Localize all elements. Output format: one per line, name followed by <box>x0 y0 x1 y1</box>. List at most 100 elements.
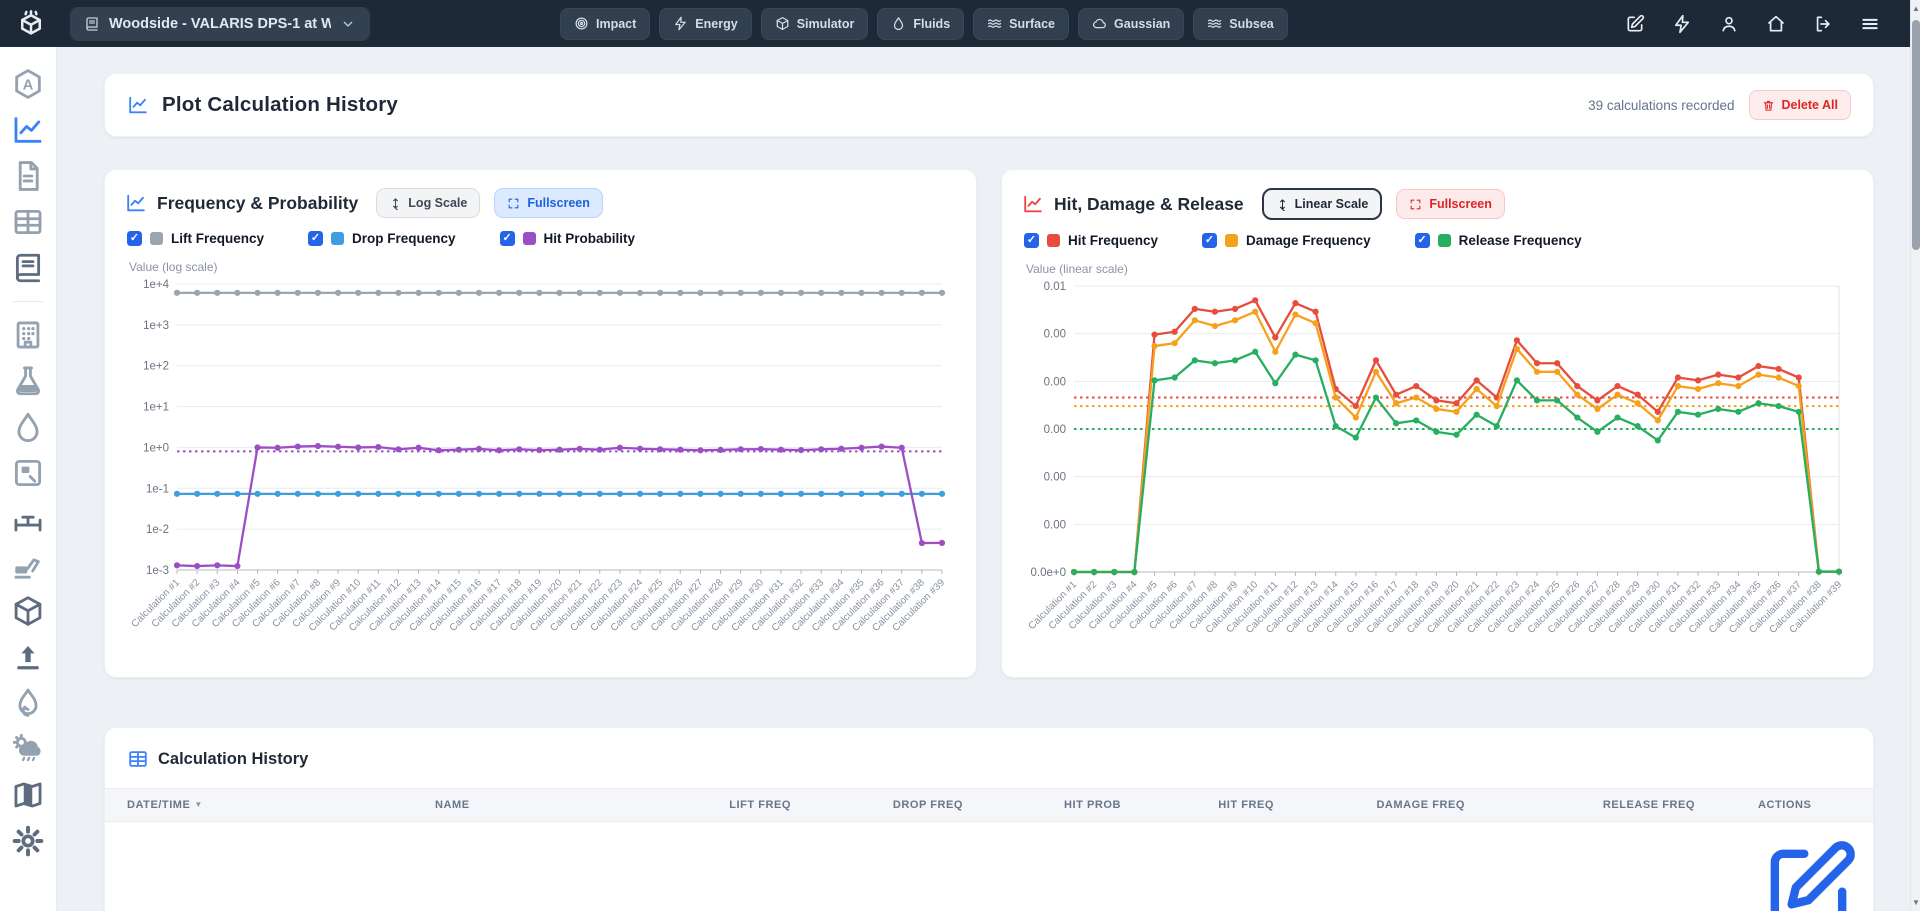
edit-row-button[interactable] <box>1758 837 1859 911</box>
legend-item-hit-probability[interactable]: ✓Hit Probability <box>500 231 636 246</box>
svg-text:1e-2: 1e-2 <box>146 524 169 536</box>
hit-damage-release-chart: Value (linear scale) 0.01 0.00 0.00 0.00 0.00… <box>1022 260 1853 652</box>
checkbox-checked-icon[interactable]: ✓ <box>1024 233 1039 248</box>
nav-button-gaussian[interactable]: Gaussian <box>1078 8 1184 40</box>
vertical-scrollbar[interactable]: ▲ ▼ <box>1910 0 1920 911</box>
menu-icon[interactable] <box>1860 14 1880 34</box>
nav-button-fluids[interactable]: Fluids <box>877 8 964 40</box>
svg-text:Value (log scale): Value (log scale) <box>129 260 218 274</box>
cube-icon <box>775 16 790 31</box>
sidebar-item-book[interactable] <box>11 251 45 285</box>
sidebar-item-excavator[interactable] <box>11 548 45 582</box>
scroll-up-arrow-icon[interactable]: ▲ <box>1911 4 1920 13</box>
svg-text:0.00: 0.00 <box>1044 376 1066 388</box>
sidebar-item-valve[interactable] <box>11 502 45 536</box>
logout-icon[interactable] <box>1813 14 1833 34</box>
linear-scale-button[interactable]: Linear Scale <box>1262 188 1383 220</box>
fullscreen-icon <box>507 197 520 210</box>
svg-text:0.0e+0: 0.0e+0 <box>1031 567 1067 579</box>
legend-item-hit-frequency[interactable]: ✓Hit Frequency <box>1024 233 1158 248</box>
scrollbar-thumb[interactable] <box>1912 20 1920 250</box>
checkbox-checked-icon[interactable]: ✓ <box>1202 233 1217 248</box>
sidebar-item-flame[interactable] <box>11 686 45 720</box>
log-scale-button[interactable]: Log Scale <box>376 188 480 218</box>
nav-button-energy[interactable]: Energy <box>659 8 751 40</box>
svg-text:Value (linear scale): Value (linear scale) <box>1026 262 1128 276</box>
cell-damage-freq: 1.44E-05 <box>1274 822 1465 911</box>
series-color-swatch <box>150 232 163 245</box>
app-logo-icon[interactable] <box>16 8 48 40</box>
chart-title: Frequency & Probability <box>157 193 358 214</box>
user-icon[interactable] <box>1719 14 1739 34</box>
calculation-count: 39 calculations recorded <box>1588 98 1734 113</box>
fullscreen-button[interactable]: Fullscreen <box>494 188 603 218</box>
table-row: 2026-01-07 03:46LatestCalculation #396.0… <box>105 822 1873 911</box>
table-title: Calculation History <box>158 750 308 769</box>
target-icon <box>574 16 589 31</box>
home-icon[interactable] <box>1766 14 1786 34</box>
svg-text:0.00: 0.00 <box>1044 472 1066 484</box>
nav-button-simulator[interactable]: Simulator <box>761 8 869 40</box>
svg-text:1e+3: 1e+3 <box>143 320 169 332</box>
legend-item-damage-frequency[interactable]: ✓Damage Frequency <box>1202 233 1371 248</box>
topbar: Woodside - VALARIS DPS-1 at Woodside... … <box>0 0 1910 47</box>
svg-text:0.01: 0.01 <box>1044 281 1066 293</box>
hit-damage-release-card: Hit, Damage & Release Linear Scale Fulls… <box>1001 169 1874 678</box>
delete-all-button[interactable]: Delete All <box>1749 90 1851 120</box>
nav-button-subsea[interactable]: Subsea <box>1193 8 1287 40</box>
fullscreen-button[interactable]: Fullscreen <box>1396 189 1505 219</box>
cell-drop-freq: 7.30E-02 <box>791 822 963 911</box>
sidebar-item-map[interactable] <box>11 778 45 812</box>
edit-icon[interactable] <box>1625 14 1645 34</box>
sidebar-item-hexagon-a[interactable]: A <box>11 67 45 101</box>
legend-item-release-frequency[interactable]: ✓Release Frequency <box>1415 233 1582 248</box>
checkbox-checked-icon[interactable]: ✓ <box>308 231 323 246</box>
sidebar-item-droplet[interactable] <box>11 410 45 444</box>
sidebar-item-upload[interactable] <box>11 640 45 674</box>
svg-text:1e+0: 1e+0 <box>143 442 169 454</box>
nav-button-surface[interactable]: Surface <box>973 8 1069 40</box>
checkbox-checked-icon[interactable]: ✓ <box>500 231 515 246</box>
series-color-swatch <box>1047 234 1060 247</box>
legend-item-lift-frequency[interactable]: ✓Lift Frequency <box>127 231 264 246</box>
waves-icon <box>987 16 1002 31</box>
svg-text:1e+1: 1e+1 <box>143 402 169 414</box>
svg-text:0.00: 0.00 <box>1044 329 1066 341</box>
cell-name: Calculation #39 <box>435 822 675 911</box>
cell-lift-freq: 6.07E+03 <box>675 822 791 911</box>
sidebar-item-flask[interactable] <box>11 364 45 398</box>
page-header-card: Plot Calculation History 39 calculations… <box>104 73 1874 137</box>
sidebar-item-weather[interactable] <box>11 732 45 766</box>
sort-desc-icon: ▼ <box>194 800 202 809</box>
droplet-icon <box>891 16 906 31</box>
line-chart-icon <box>125 192 145 214</box>
sidebar-item-table[interactable] <box>11 205 45 239</box>
svg-text:0.00: 0.00 <box>1044 519 1066 531</box>
column-header-hit-prob: HIT PROB <box>963 789 1121 822</box>
sidebar-item-cube[interactable] <box>11 594 45 628</box>
fullscreen-icon <box>1409 198 1422 211</box>
cloud-icon <box>1092 16 1107 31</box>
scroll-down-arrow-icon[interactable]: ▼ <box>1911 898 1920 907</box>
sidebar-divider <box>13 301 43 302</box>
lightning-icon[interactable] <box>1672 14 1692 34</box>
checkbox-checked-icon[interactable]: ✓ <box>1415 233 1430 248</box>
column-header-lift-freq: LIFT FREQ <box>675 789 791 822</box>
sidebar-item-gear[interactable] <box>11 824 45 858</box>
column-header-date-time[interactable]: DATE/TIME▼ <box>105 789 435 822</box>
main-content: Plot Calculation History 39 calculations… <box>57 47 1910 911</box>
sidebar-item-picture[interactable] <box>11 456 45 490</box>
nav-button-impact[interactable]: Impact <box>560 8 650 40</box>
sidebar-item-document[interactable] <box>11 159 45 193</box>
legend-item-drop-frequency[interactable]: ✓Drop Frequency <box>308 231 456 246</box>
calculation-history-table: DATE/TIME▼NAMELIFT FREQDROP FREQHIT PROB… <box>105 788 1873 911</box>
checkbox-checked-icon[interactable]: ✓ <box>127 231 142 246</box>
chart-title: Hit, Damage & Release <box>1054 194 1244 215</box>
cell-actions <box>1695 822 1873 911</box>
sidebar-item-building[interactable] <box>11 318 45 352</box>
series-color-swatch <box>331 232 344 245</box>
sidebar-item-line-chart[interactable] <box>11 113 45 147</box>
updown-arrows-icon <box>1276 198 1289 211</box>
line-chart-icon <box>127 94 149 116</box>
project-selector[interactable]: Woodside - VALARIS DPS-1 at Woodside... <box>70 7 370 41</box>
